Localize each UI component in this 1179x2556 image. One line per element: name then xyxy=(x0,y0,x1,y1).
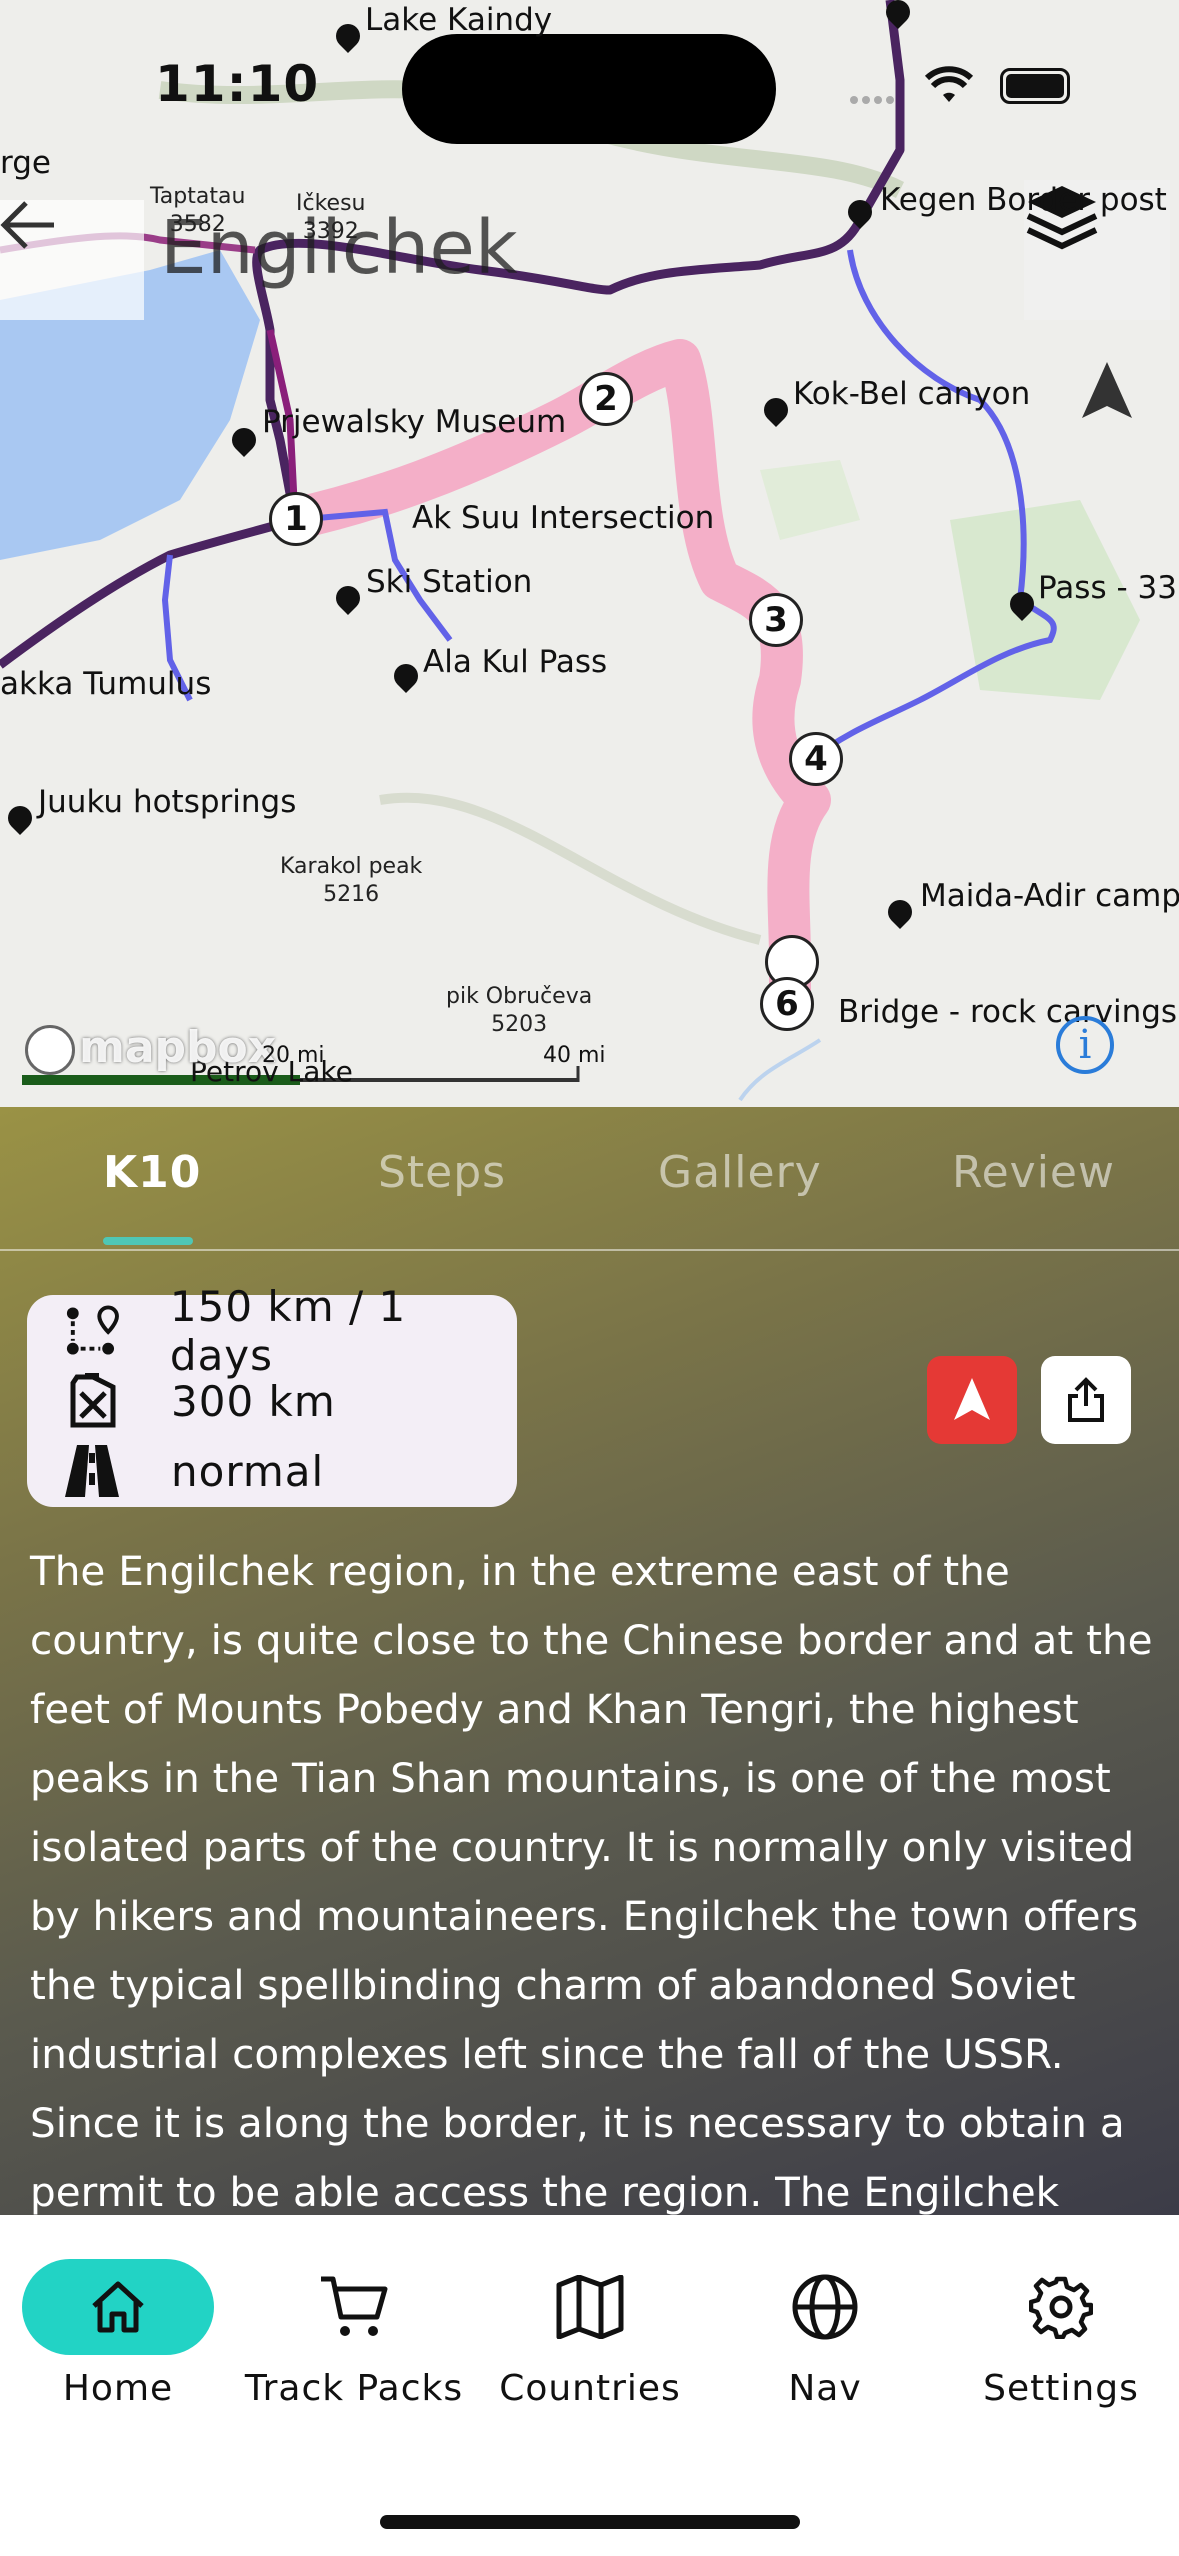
route-marker-1[interactable]: 1 xyxy=(269,492,323,546)
label-juuku: Juuku hotsprings xyxy=(38,784,297,820)
battery-icon xyxy=(1000,68,1070,104)
home-icon xyxy=(92,2281,144,2333)
gear-icon xyxy=(1029,2276,1093,2339)
map-icon xyxy=(556,2275,624,2339)
stats-card: 150 km / 1 days 300 km normal xyxy=(27,1282,517,1507)
route-details-panel: K10 Steps Gallery Review 150 km / 1 days… xyxy=(0,1107,1179,2215)
route-marker-4[interactable]: 4 xyxy=(789,732,843,786)
label-akka-tumulus: akka Tumulus xyxy=(0,666,212,702)
mapbox-logo: mapbox xyxy=(25,1022,276,1075)
label-bridge: Bridge - rock carvings xyxy=(838,994,1178,1030)
label-maida-adir: Maida-Adir camp xyxy=(920,878,1179,914)
scale-label-long: 40 mi xyxy=(543,1043,606,1068)
stat-road-value: normal xyxy=(171,1446,325,1496)
nav-home-pill xyxy=(22,2259,214,2355)
map-canvas xyxy=(0,0,1140,1102)
label-przewalsky: Prjewalsky Museum xyxy=(262,404,567,440)
route-marker-3[interactable]: 3 xyxy=(749,593,803,647)
route-description: The Engilchek region, in the extreme eas… xyxy=(30,1537,1160,2215)
bottom-navigation: Home Track Packs Countries Nav Settings xyxy=(0,2215,1179,2556)
nav-nav-icon-wrap xyxy=(729,2259,921,2355)
peak-obrucheva: pik Obručeva 5203 xyxy=(446,984,593,1037)
road-icon xyxy=(65,1445,119,1497)
stat-distance: 150 km / 1 days xyxy=(63,1282,517,1380)
dynamic-island xyxy=(402,34,776,144)
tab-review[interactable]: Review xyxy=(952,1147,1115,1198)
label-kok-bel: Kok-Bel canyon xyxy=(793,376,1031,412)
stat-fuel-value: 300 km xyxy=(171,1376,336,1426)
share-button[interactable] xyxy=(1041,1356,1131,1444)
back-arrow-icon xyxy=(0,201,54,249)
tab-bar: K10 Steps Gallery Review xyxy=(0,1107,1179,1251)
nav-settings-label: Settings xyxy=(983,2368,1139,2409)
map-view[interactable]: 11:10 Engilchek Lake Kaindy Kegen Border… xyxy=(0,0,1179,1107)
start-navigation-button[interactable] xyxy=(927,1356,1017,1444)
label-lake-kaindy: Lake Kaindy xyxy=(365,2,553,38)
navigation-arrow-icon xyxy=(954,1378,990,1420)
route-marker-6[interactable]: 6 xyxy=(760,977,814,1031)
nav-nav-label: Nav xyxy=(788,2368,862,2409)
back-button[interactable] xyxy=(0,200,144,320)
label-pass: Pass - 336 xyxy=(1038,570,1179,606)
nav-home-label: Home xyxy=(62,2368,174,2409)
peak-karakol: Karakol peak 5216 xyxy=(280,854,423,907)
route-marker-2[interactable]: 2 xyxy=(579,372,633,426)
tab-gallery[interactable]: Gallery xyxy=(658,1147,822,1198)
nav-track-packs-icon-wrap xyxy=(258,2259,450,2355)
globe-icon xyxy=(792,2274,858,2340)
share-icon xyxy=(1068,1377,1104,1422)
tab-k10[interactable]: K10 xyxy=(103,1147,201,1198)
compass-icon[interactable] xyxy=(1080,360,1134,422)
description-paragraph: Since it is along the border, it is nece… xyxy=(30,2099,1125,2215)
label-ala-kul: Ala Kul Pass xyxy=(423,644,608,680)
home-indicator xyxy=(380,2515,800,2529)
tab-indicator xyxy=(103,1237,193,1245)
fuel-can-icon xyxy=(70,1373,116,1428)
stat-road: normal xyxy=(63,1441,324,1501)
nav-countries-label: Countries xyxy=(499,2368,681,2409)
tab-steps[interactable]: Steps xyxy=(378,1147,506,1198)
nav-track-packs-label: Track Packs xyxy=(244,2368,464,2409)
peak-ickesu: Ičkesu 3392 xyxy=(296,191,366,244)
cart-icon xyxy=(321,2276,388,2336)
label-rge: rge xyxy=(0,145,51,181)
cellular-icon xyxy=(850,96,894,104)
label-ski-station: Ski Station xyxy=(366,564,533,600)
stat-distance-value: 150 km / 1 days xyxy=(169,1282,407,1380)
nav-settings-icon-wrap xyxy=(965,2259,1157,2355)
peak-taptatau: Taptatau 3582 xyxy=(150,184,246,237)
wifi-icon xyxy=(925,66,973,102)
stat-fuel: 300 km xyxy=(63,1371,336,1431)
description-paragraph: The Engilchek region, in the extreme eas… xyxy=(30,1547,1153,2078)
label-kegen-border: Kegen Border post xyxy=(880,182,1167,218)
scale-label-short: 20 mi xyxy=(262,1043,325,1068)
label-ak-suu: Ak Suu Intersection xyxy=(412,500,715,536)
info-button[interactable]: i xyxy=(1056,1016,1114,1074)
route-icon xyxy=(66,1305,119,1355)
nav-countries-icon-wrap xyxy=(494,2259,686,2355)
status-time: 11:10 xyxy=(155,55,320,113)
